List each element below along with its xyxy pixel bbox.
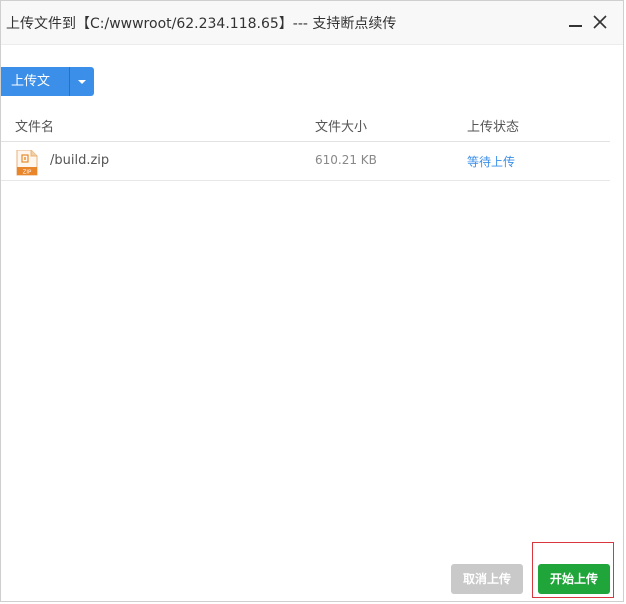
column-header-size: 文件大小	[315, 120, 368, 135]
minimize-icon	[569, 25, 582, 27]
column-header-name: 文件名	[15, 120, 55, 135]
upload-dialog: 上传文件到【C:/wwwroot/62.234.118.65】--- 支持断点续…	[0, 0, 624, 602]
start-upload-button[interactable]: 开始上传	[538, 564, 610, 594]
zip-file-icon: ZIP	[16, 150, 38, 176]
table-row[interactable]: ZIP /build.zip 610.21 KB 等待上传	[1, 142, 610, 181]
dialog-title: 上传文件到【C:/wwwroot/62.234.118.65】--- 支持断点续…	[6, 16, 397, 32]
svg-text:ZIP: ZIP	[23, 170, 32, 176]
upload-dropdown-button[interactable]	[70, 67, 94, 96]
cancel-upload-button[interactable]: 取消上传	[451, 564, 523, 594]
close-icon	[593, 15, 607, 29]
file-status: 等待上传	[467, 155, 516, 169]
upload-split-button: 上传文件	[1, 67, 94, 96]
caret-down-icon	[78, 80, 86, 84]
file-name: /build.zip	[50, 153, 110, 168]
table-header: 文件名 文件大小 上传状态	[1, 105, 610, 142]
file-size: 610.21 KB	[315, 153, 377, 167]
close-button[interactable]	[589, 11, 611, 33]
upload-file-button[interactable]: 上传文件	[1, 67, 70, 96]
minimize-button[interactable]	[564, 11, 586, 33]
column-header-status: 上传状态	[467, 120, 520, 135]
dialog-titlebar: 上传文件到【C:/wwwroot/62.234.118.65】--- 支持断点续…	[1, 1, 623, 45]
